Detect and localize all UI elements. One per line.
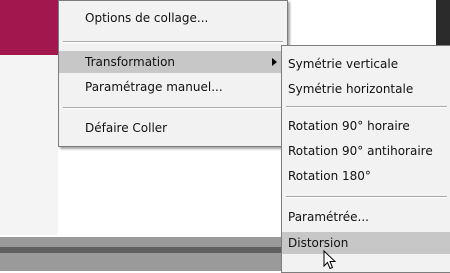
menu-item-label: Transformation: [85, 55, 176, 69]
menu-item-distortion[interactable]: Distorsion: [282, 232, 450, 254]
menu-item-manual-settings[interactable]: Paramétrage manuel...: [59, 76, 287, 98]
background-toolbar: [0, 237, 290, 271]
menu-item-label: Défaire Coller: [85, 121, 168, 135]
menu-item-undo-paste[interactable]: Défaire Coller: [59, 117, 287, 139]
menu-item-flip-vertical[interactable]: Symétrie verticale: [282, 53, 450, 75]
edit-context-menu: Options de collage... Transformation Par…: [58, 0, 288, 147]
transformation-submenu: Symétrie verticale Symétrie horizontale …: [281, 45, 450, 273]
menu-item-transformation[interactable]: Transformation: [59, 51, 287, 73]
menu-item-parametric[interactable]: Paramétrée...: [282, 206, 450, 228]
mouse-pointer-icon: [323, 250, 337, 270]
menu-item-label: Paramétrée...: [288, 210, 369, 224]
menu-item-label: Options de collage...: [85, 11, 209, 25]
menu-item-rotate-90-cw[interactable]: Rotation 90° horaire: [282, 115, 450, 137]
background-canvas-magenta: [0, 0, 58, 55]
menu-item-label: Symétrie verticale: [288, 57, 399, 71]
menu-item-label: Rotation 180°: [288, 169, 371, 183]
menu-item-paste-options[interactable]: Options de collage...: [59, 7, 287, 29]
menu-item-rotate-180[interactable]: Rotation 180°: [282, 165, 450, 187]
menu-item-label: Rotation 90° horaire: [288, 119, 410, 133]
menu-item-rotate-90-ccw[interactable]: Rotation 90° antihoraire: [282, 140, 450, 162]
submenu-arrow-icon: [272, 58, 277, 66]
menu-item-label: Rotation 90° antihoraire: [288, 144, 433, 158]
menu-item-label: Distorsion: [288, 236, 349, 250]
background-canvas: [0, 55, 58, 235]
toolbar-stripe: [0, 247, 290, 253]
menu-item-label: Symétrie horizontale: [288, 82, 414, 96]
menu-separator: [286, 196, 447, 198]
menu-separator: [286, 106, 447, 108]
menu-separator: [63, 41, 283, 43]
menu-item-label: Paramétrage manuel...: [85, 80, 223, 94]
menu-item-flip-horizontal[interactable]: Symétrie horizontale: [282, 78, 450, 100]
menu-separator: [63, 107, 283, 109]
